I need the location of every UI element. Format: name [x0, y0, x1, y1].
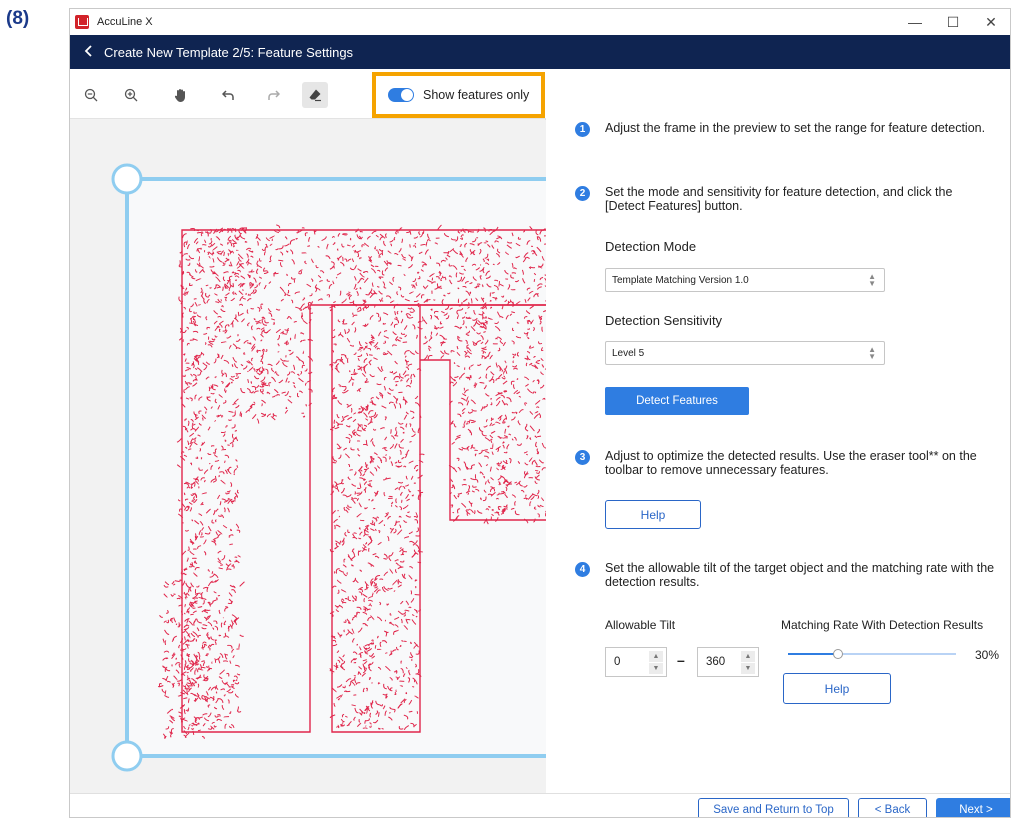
undo-icon[interactable]: [216, 82, 242, 108]
close-button[interactable]: ✕: [972, 9, 1010, 35]
tilt-min-value: 0: [614, 656, 621, 668]
matching-rate-value: 30%: [975, 648, 1000, 662]
show-features-toggle[interactable]: [388, 88, 414, 102]
zoom-out-icon[interactable]: [78, 82, 104, 108]
next-button[interactable]: Next >: [936, 798, 1010, 817]
detection-mode-select[interactable]: Template Matching Version 1.0 ▲ ▼: [605, 268, 885, 292]
tilt-max-value: 360: [706, 656, 726, 668]
feature-canvas: [111, 163, 546, 772]
preview-pane: Show features only: [70, 69, 546, 793]
detect-features-button[interactable]: Detect Features: [605, 387, 749, 415]
toolbar: Show features only: [70, 69, 546, 119]
back-button[interactable]: < Back: [858, 798, 927, 817]
matching-rate-slider-thumb[interactable]: [833, 649, 844, 659]
hand-icon[interactable]: [168, 82, 194, 108]
minimize-button[interactable]: —: [896, 9, 934, 35]
show-features-highlight: Show features only: [372, 72, 545, 118]
step-text: Adjust the frame in the preview to set t…: [605, 121, 986, 135]
step-number: 4: [575, 562, 590, 577]
tilt-range-separator: –: [677, 652, 685, 668]
increment-icon[interactable]: ▲: [649, 651, 663, 662]
step-3: 3 Adjust to optimize the detected result…: [575, 449, 995, 477]
detection-mode-label: Detection Mode: [605, 239, 697, 254]
step-text: Adjust to optimize the detected results.…: [605, 449, 977, 477]
decrement-icon[interactable]: ▼: [649, 663, 663, 674]
help-button-step3[interactable]: Help: [605, 500, 701, 529]
redo-icon[interactable]: [260, 82, 286, 108]
show-features-label: Show features only: [423, 88, 530, 102]
eraser-icon[interactable]: [302, 82, 328, 108]
app-window: AccuLine X — ☐ ✕ Create New Template 2/5…: [69, 8, 1011, 818]
allowable-tilt-label: Allowable Tilt: [605, 618, 676, 632]
maximize-button[interactable]: ☐: [934, 9, 972, 35]
footer-bar: Save and Return to Top < Back Next >: [70, 793, 1010, 817]
title-bar: AccuLine X — ☐ ✕: [70, 9, 1010, 35]
help-button-step4[interactable]: Help: [783, 673, 891, 704]
step-number: 2: [575, 186, 590, 201]
step-text: Set the allowable tilt of the target obj…: [605, 561, 995, 589]
tilt-min-input[interactable]: 0 ▲ ▼: [605, 647, 667, 677]
step-number: 1: [575, 122, 590, 137]
decrement-icon[interactable]: ▼: [741, 663, 755, 674]
app-title: AccuLine X: [97, 16, 153, 28]
frame-handle-top-left[interactable]: [111, 163, 143, 195]
step-marker: (8): [6, 8, 30, 29]
increment-icon[interactable]: ▲: [741, 651, 755, 662]
step-text: Set the mode and sensitivity for feature…: [605, 185, 953, 213]
detection-mode-value: Template Matching Version 1.0: [612, 274, 749, 286]
matching-rate-label: Matching Rate With Detection Results: [781, 618, 984, 632]
zoom-in-icon[interactable]: [118, 82, 144, 108]
select-arrows-icon: ▲ ▼: [868, 272, 876, 288]
chevron-left-icon[interactable]: [84, 44, 98, 60]
save-and-return-button[interactable]: Save and Return to Top: [698, 798, 849, 817]
image-preview[interactable]: [70, 120, 546, 793]
app-logo-icon: [75, 15, 89, 29]
detection-sensitivity-label: Detection Sensitivity: [605, 313, 723, 328]
nav-bar: Create New Template 2/5: Feature Setting…: [70, 35, 1010, 69]
tilt-max-input[interactable]: 360 ▲ ▼: [697, 647, 759, 677]
detection-sensitivity-value: Level 5: [612, 347, 645, 359]
select-arrows-icon: ▲ ▼: [868, 345, 876, 361]
step-number: 3: [575, 450, 590, 465]
frame-handle-bottom-left[interactable]: [111, 740, 143, 772]
step-2: 2 Set the mode and sensitivity for featu…: [575, 185, 995, 213]
step-1: 1 Adjust the frame in the preview to set…: [575, 121, 995, 137]
step-4: 4 Set the allowable tilt of the target o…: [575, 561, 995, 589]
matching-rate-slider-fill: [788, 653, 839, 655]
settings-pane: 1 Adjust the frame in the preview to set…: [547, 69, 1010, 793]
detection-sensitivity-select[interactable]: Level 5 ▲ ▼: [605, 341, 885, 365]
page-title: Create New Template 2/5: Feature Setting…: [104, 44, 354, 60]
